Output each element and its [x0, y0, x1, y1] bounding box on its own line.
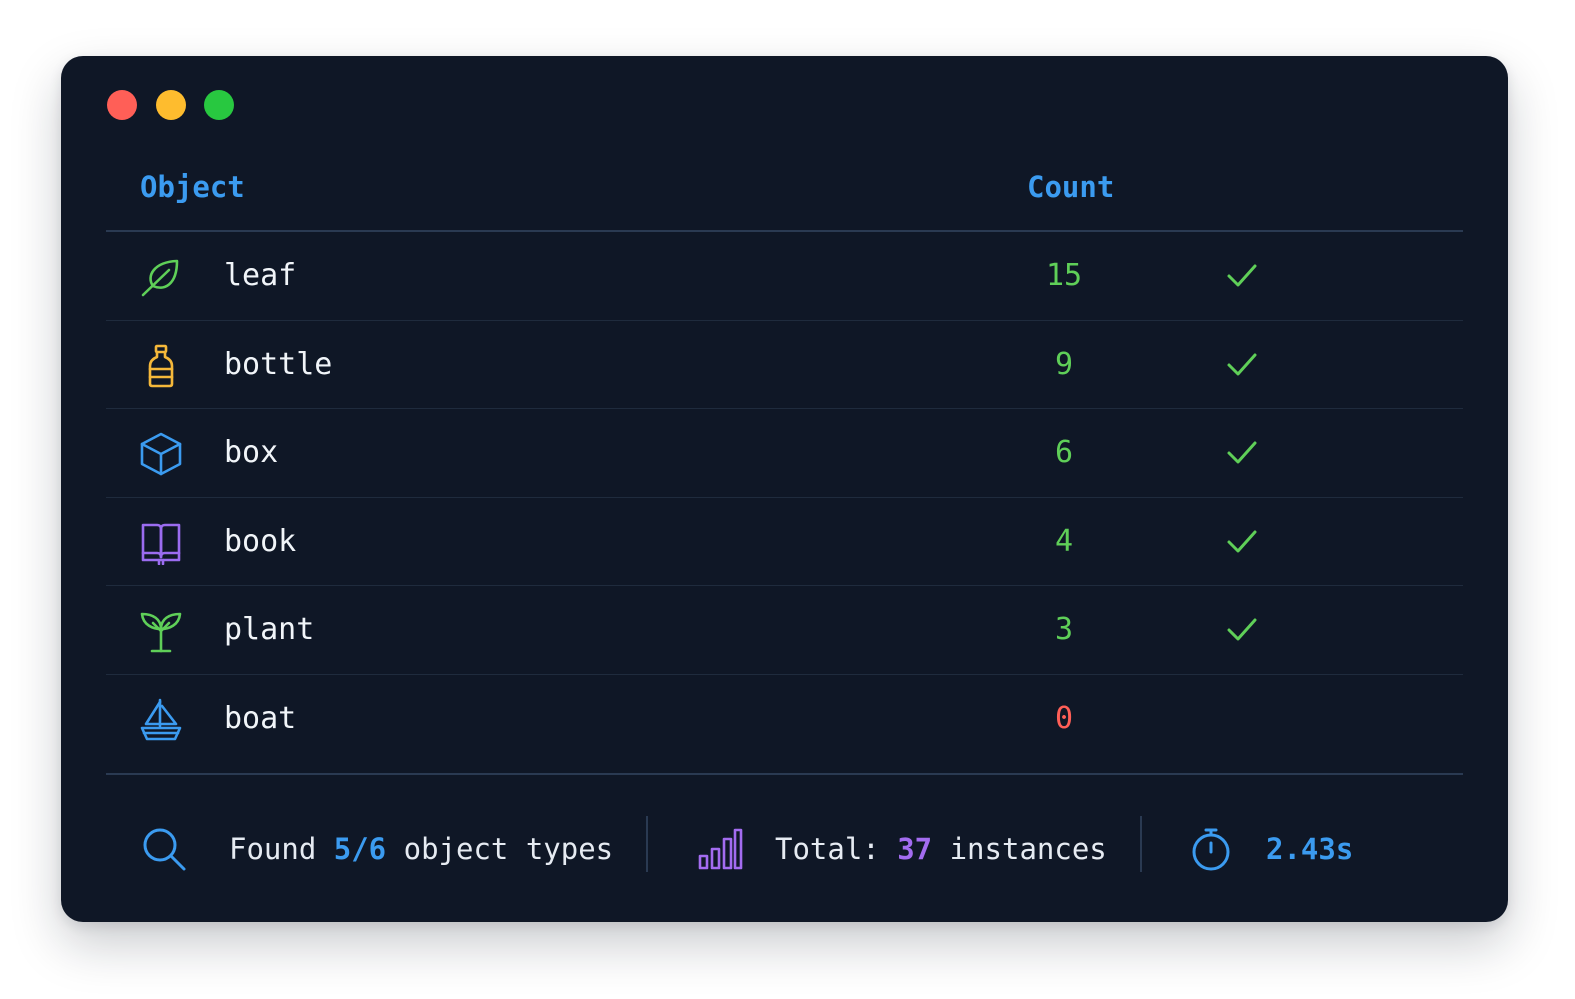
object-name: box — [224, 435, 279, 470]
total-text: Total: 37 instances — [775, 832, 1107, 866]
found-value: 5/6 — [333, 831, 387, 866]
found-suffix: object types — [386, 831, 614, 866]
search-icon — [143, 828, 186, 870]
table-row: box 6 — [106, 409, 1463, 498]
total-value: 37 — [897, 831, 933, 866]
check-icon — [1226, 261, 1258, 291]
summary-footer: Found 5/6 object types Total: 37 instanc… — [61, 775, 1508, 922]
stopwatch-icon — [1192, 828, 1230, 870]
check-icon — [1226, 615, 1258, 645]
footer-separator — [1140, 816, 1142, 872]
found-summary: Found 5/6 object types — [141, 775, 613, 922]
found-text: Found 5/6 object types — [229, 832, 613, 866]
check-icon — [1226, 527, 1258, 557]
object-name: book — [224, 523, 297, 559]
total-suffix: instances — [932, 831, 1107, 866]
check-icon — [1226, 350, 1258, 380]
elapsed-time: 2.43s — [1266, 831, 1354, 866]
table-row: boat 0 — [106, 675, 1463, 764]
bottle-icon — [139, 344, 183, 388]
maximize-window-button[interactable] — [204, 90, 234, 120]
footer-separator — [646, 816, 648, 872]
leaf-icon — [139, 255, 183, 299]
table-row: plant 3 — [106, 586, 1463, 675]
object-name: leaf — [224, 258, 297, 293]
column-header-object: Object — [140, 170, 245, 204]
plant-icon — [139, 609, 183, 653]
close-window-button[interactable] — [107, 90, 137, 120]
column-header-count: Count — [1027, 170, 1115, 204]
box-icon — [139, 432, 183, 476]
table-row: bottle 9 — [106, 321, 1463, 409]
table-row: leaf 15 — [106, 232, 1463, 321]
object-name: boat — [224, 700, 297, 736]
object-count: 4 — [1054, 523, 1074, 559]
results-table: leaf 15 bottle 9 box 6 book 4 plant 3 bo… — [106, 232, 1463, 763]
object-count: 0 — [1054, 700, 1074, 736]
check-icon — [1226, 438, 1258, 468]
time-summary: 2.43s — [1188, 775, 1353, 922]
minimize-window-button[interactable] — [156, 90, 186, 120]
object-name: plant — [224, 612, 315, 647]
total-prefix: Total: — [775, 831, 898, 866]
object-count: 15 — [1045, 258, 1083, 293]
bar-chart-icon — [698, 828, 743, 869]
object-count: 3 — [1054, 612, 1074, 647]
total-summary: Total: 37 instances — [697, 775, 1107, 922]
object-name: bottle — [224, 346, 333, 382]
table-row: book 4 — [106, 498, 1463, 586]
object-count: 9 — [1054, 346, 1074, 382]
book-icon — [139, 521, 183, 565]
found-prefix: Found — [229, 831, 334, 866]
boat-icon — [139, 698, 183, 742]
results-window: Object Count leaf 15 bottle 9 box 6 book… — [61, 56, 1508, 922]
object-count: 6 — [1054, 435, 1074, 470]
